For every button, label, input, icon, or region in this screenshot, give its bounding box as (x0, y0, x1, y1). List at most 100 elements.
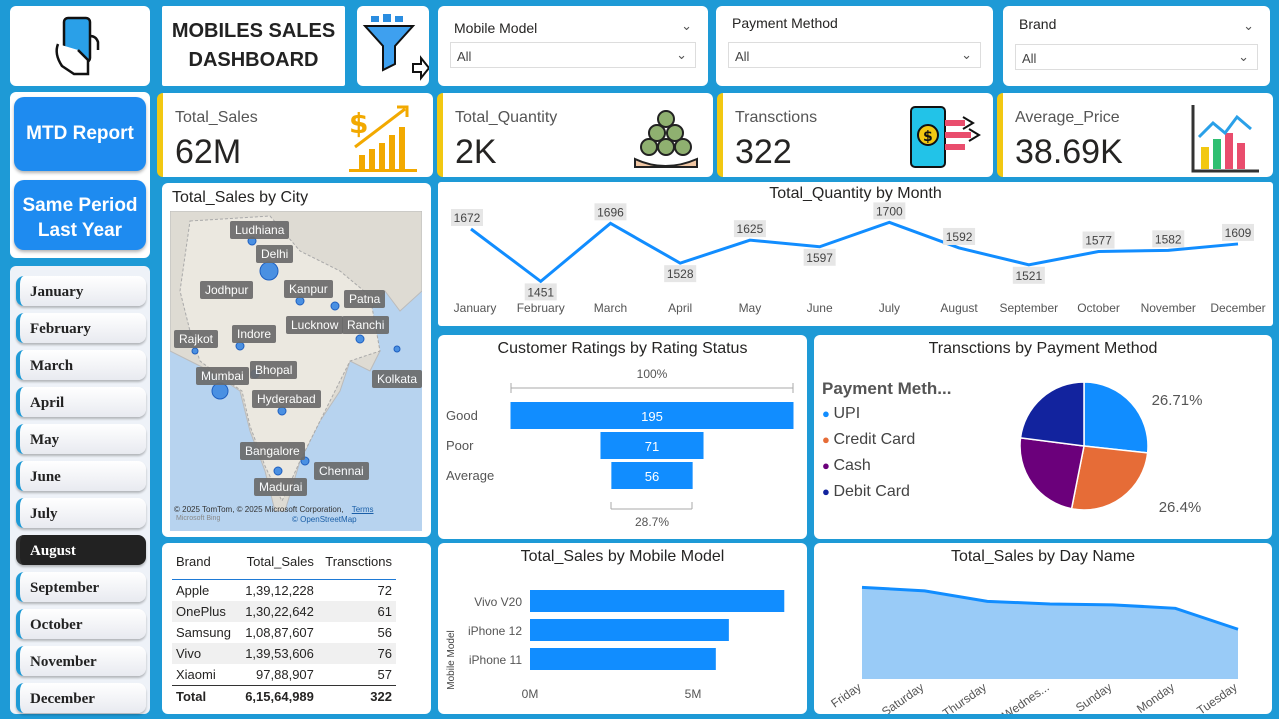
city-label-hyderabad[interactable]: Hyderabad (252, 390, 321, 408)
brand-cell: Vivo (176, 646, 202, 661)
slicer-label: Mobile Model (454, 20, 538, 36)
funnel-bottom-label: 28.7% (635, 515, 669, 529)
month-item-march[interactable]: March (16, 350, 146, 380)
column-header[interactable]: Brand (172, 551, 238, 580)
kpi-label: Total_Sales (175, 109, 258, 126)
legend-label: UPI (833, 405, 861, 422)
dashboard-title-line2: DASHBOARD (188, 49, 319, 71)
data-label: 1592 (946, 230, 973, 244)
city-label-kolkata[interactable]: Kolkata (372, 370, 423, 388)
dashboard-title: MOBILES SALES DASHBOARD (162, 17, 345, 75)
coins-hand-icon (634, 110, 698, 168)
city-label-ludhiana[interactable]: Ludhiana (230, 221, 290, 239)
legend-item[interactable]: ● Cash (822, 457, 951, 475)
quantity-line[interactable] (470, 220, 1239, 284)
spl-line2: Last Year (37, 220, 123, 241)
payment-method-dropdown[interactable]: All ⌄ (728, 42, 981, 68)
kpi-value: 322 (735, 133, 792, 171)
bar-category: iPhone 12 (468, 624, 522, 638)
city-label-kanpur[interactable]: Kanpur (284, 280, 333, 298)
month-item-january[interactable]: January (16, 276, 146, 306)
city-label-delhi[interactable]: Delhi (256, 245, 294, 263)
table-row[interactable]: OnePlus 1,30,22,642 61 (172, 601, 396, 622)
same-period-last-year-button[interactable]: Same Period Last Year (14, 180, 146, 250)
city-label-lucknow[interactable]: Lucknow (286, 316, 344, 334)
month-item-november[interactable]: November (16, 646, 146, 676)
bar[interactable] (530, 590, 785, 612)
month-item-february[interactable]: February (16, 313, 146, 343)
city-label-bangalore[interactable]: Bangalore (240, 442, 305, 460)
dropdown-value: All (1022, 51, 1037, 66)
slicer-label: Brand (1019, 16, 1057, 32)
brand-dropdown[interactable]: All ⌄ (1015, 44, 1258, 70)
x-tick-label: Saturday (879, 680, 926, 714)
map-osm-credit[interactable]: © OpenStreetMap (292, 515, 357, 524)
month-item-april[interactable]: April (16, 387, 146, 417)
table-total-row: Total 6,15,64,989 322 (172, 685, 396, 708)
city-label-madurai[interactable]: Madurai (254, 478, 308, 496)
brand-table-card: Brand Total_Sales Transctions Apple 1,39,… (162, 543, 431, 714)
table-row[interactable]: Vivo 1,39,53,606 76 (172, 643, 396, 664)
x-tick-label: January (454, 301, 497, 315)
table-row[interactable]: Samsung 1,08,87,607 56 (172, 622, 396, 643)
x-tick-label: 0M (522, 687, 539, 701)
mobile-model-slicer[interactable]: Mobile Model ⌄ All ⌄ (438, 6, 708, 86)
legend-item[interactable]: ● UPI (822, 405, 951, 423)
month-item-may[interactable]: May (16, 424, 146, 454)
x-tick-label: Monday (1134, 680, 1177, 714)
city-label-bhopal[interactable]: Bhopal (250, 361, 298, 379)
pie-slice-credit-card[interactable] (1070, 445, 1149, 511)
chevron-down-icon[interactable]: ⌄ (681, 18, 692, 34)
filter-icon-card[interactable] (357, 6, 429, 86)
city-label-ranchi[interactable]: Ranchi (342, 316, 390, 334)
money-growth-icon: $ (349, 105, 417, 172)
month-item-june[interactable]: June (16, 461, 146, 491)
chevron-down-icon[interactable]: ⌄ (1243, 18, 1254, 34)
column-header[interactable]: Total_Sales (238, 551, 318, 580)
map-provider-logo: Microsoft Bing (176, 515, 221, 522)
day-area-chart[interactable]: Friday Saturday Thursday Wednes... Sunday Mon… (814, 565, 1272, 714)
payment-method-slicer[interactable]: Payment Method All ⌄ (716, 6, 993, 86)
bar[interactable] (530, 619, 729, 641)
data-label: 1582 (1155, 232, 1182, 246)
mtd-report-button[interactable]: MTD Report (14, 97, 146, 171)
column-header[interactable]: Transctions (318, 551, 396, 580)
table-row[interactable]: Apple 1,39,12,228 72 (172, 580, 396, 602)
pie-slice-debit-card[interactable] (1019, 381, 1085, 447)
chart-title: Transctions by Payment Method (928, 340, 1158, 357)
quantity-line-chart[interactable]: 1672 January 1451 February 1696 March 1528 Apri… (438, 202, 1273, 322)
city-label-indore[interactable]: Indore (232, 325, 277, 343)
x-tick-label: November (1141, 301, 1196, 315)
quantity-by-month-card: Total_Quantity by Month 1672 January 1451 F… (438, 182, 1273, 326)
bar[interactable] (530, 648, 716, 670)
month-item-august[interactable]: August (16, 535, 146, 565)
legend-label: Cash (833, 457, 871, 474)
chart-title: Total_Quantity by Month (769, 185, 942, 202)
ratings-funnel-chart[interactable]: 100% 195 Good 71 Poor 56 Average 28.7% (438, 359, 807, 539)
pie-slice-upi[interactable] (1083, 381, 1149, 454)
legend-item[interactable]: ● Debit Card (822, 483, 951, 501)
city-label-chennai[interactable]: Chennai (314, 462, 369, 480)
brand-slicer[interactable]: Brand ⌄ All ⌄ (1003, 6, 1270, 86)
city-label-jodhpur[interactable]: Jodhpur (200, 281, 254, 299)
legend-dot-icon: ● (822, 484, 834, 499)
map-terms-link[interactable]: Terms (352, 505, 374, 514)
month-item-september[interactable]: September (16, 572, 146, 602)
city-label-patna[interactable]: Patna (344, 290, 386, 308)
month-item-december[interactable]: December (16, 683, 146, 713)
payment-pie-chart[interactable]: 26.71%26.4%23.91%22.98% (972, 359, 1272, 539)
city-label-mumbai[interactable]: Mumbai (196, 367, 249, 385)
x-tick-label: September (999, 301, 1058, 315)
sales-cell: 1,39,53,606 (245, 646, 314, 661)
x-tick-label: Tuesday (1194, 680, 1239, 714)
legend-item[interactable]: ● Credit Card (822, 431, 951, 449)
month-item-october[interactable]: October (16, 609, 146, 639)
model-bar-chart[interactable]: Mobile Model Vivo V20 iPhone 12 iPhone 11 0M… (438, 565, 807, 714)
month-item-july[interactable]: July (16, 498, 146, 528)
chart-title: Total_Sales by Mobile Model (520, 548, 725, 565)
ratings-funnel-card: Customer Ratings by Rating Status 100% 19… (438, 335, 807, 539)
city-label-rajkot[interactable]: Rajkot (174, 330, 219, 348)
pie-slice-cash[interactable] (1019, 437, 1085, 510)
table-row[interactable]: Xiaomi 97,88,907 57 (172, 664, 396, 686)
mobile-model-dropdown[interactable]: All ⌄ (450, 42, 696, 68)
